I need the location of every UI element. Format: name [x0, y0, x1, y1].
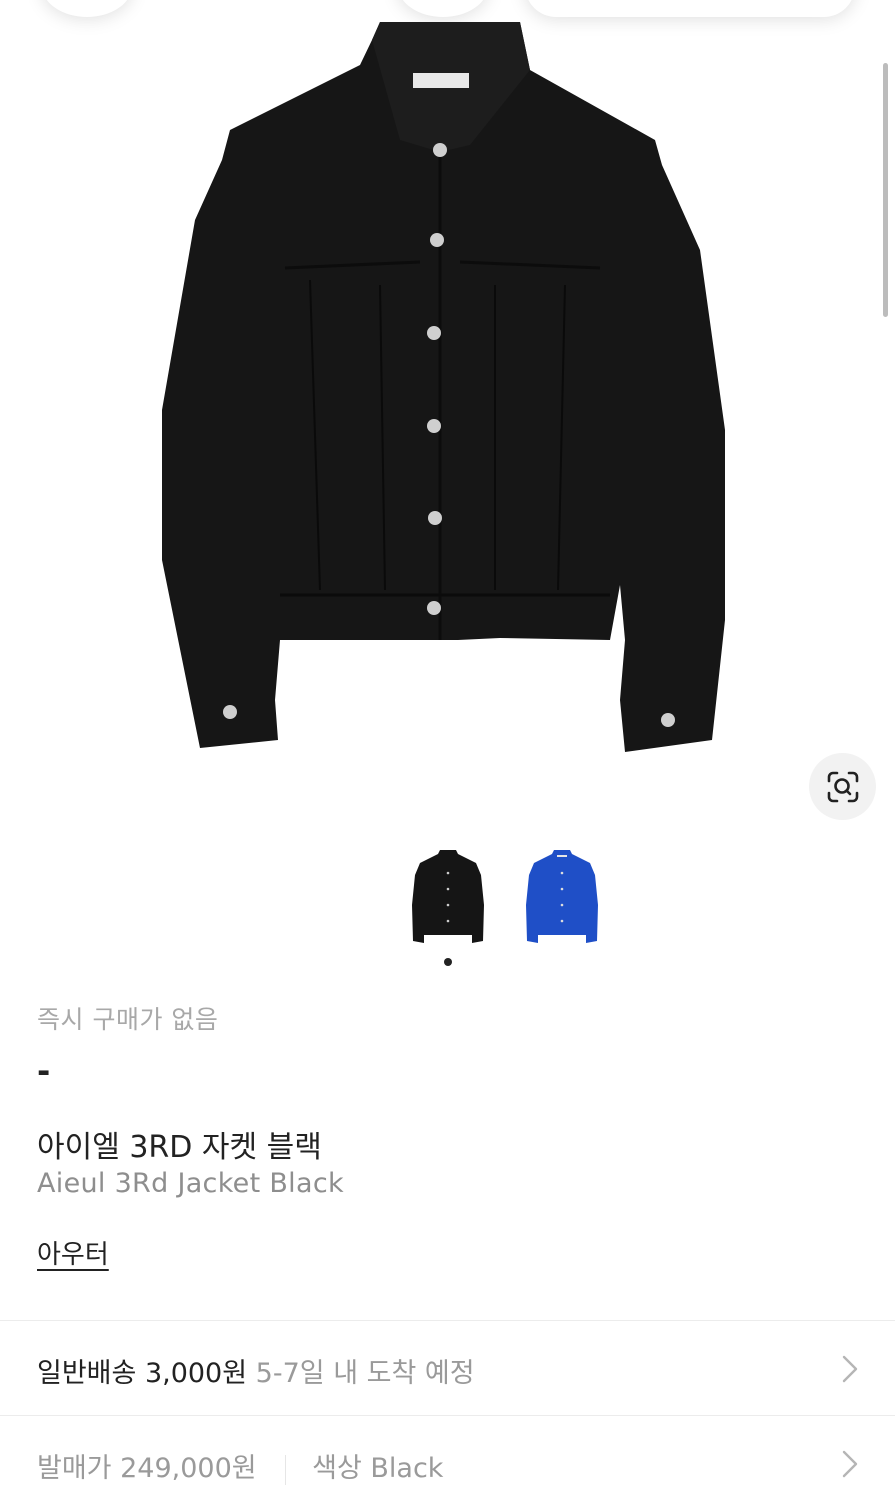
jacket-button	[427, 601, 441, 615]
release-info-row[interactable]: 발매가 249,000원 색상 Black	[0, 1415, 895, 1500]
jacket-button	[433, 143, 447, 157]
chevron-right-icon	[842, 1355, 858, 1383]
visual-search-button[interactable]	[809, 753, 876, 820]
product-title-ko: 아이엘 3RD 자켓 블랙	[37, 1130, 322, 1165]
color-label: 색상 Black	[312, 1453, 444, 1484]
release-price: 발매가 249,000원	[37, 1453, 257, 1484]
shipping-type-fee: 일반배송 3,000원	[37, 1358, 248, 1389]
jacket-black-image	[162, 22, 725, 752]
thumbnail-blue[interactable]	[512, 845, 612, 950]
scrollbar[interactable]	[883, 63, 888, 317]
shipping-row[interactable]: 일반배송 3,000원 5-7일 내 도착 예정	[0, 1320, 895, 1415]
jacket-button	[427, 326, 441, 340]
jacket-button	[430, 233, 444, 247]
product-image[interactable]	[0, 0, 895, 840]
jacket-button	[428, 511, 442, 525]
carousel-indicator	[444, 958, 452, 966]
jacket-button	[223, 705, 237, 719]
shipping-eta: 5-7일 내 도착 예정	[255, 1358, 475, 1389]
scan-icon	[827, 771, 858, 802]
instant-price-value: -	[37, 1052, 51, 1090]
jacket-button	[427, 419, 441, 433]
product-title-en: Aieul 3Rd Jacket Black	[37, 1168, 344, 1199]
instant-price-label: 즉시 구매가 없음	[37, 1005, 219, 1034]
thumbnail-black[interactable]	[398, 845, 498, 950]
jacket-button	[661, 713, 675, 727]
chevron-right-icon	[842, 1450, 858, 1478]
divider	[284, 1454, 287, 1485]
thumbnail-strip	[0, 845, 895, 955]
category-link[interactable]: 아우터	[37, 1234, 109, 1271]
